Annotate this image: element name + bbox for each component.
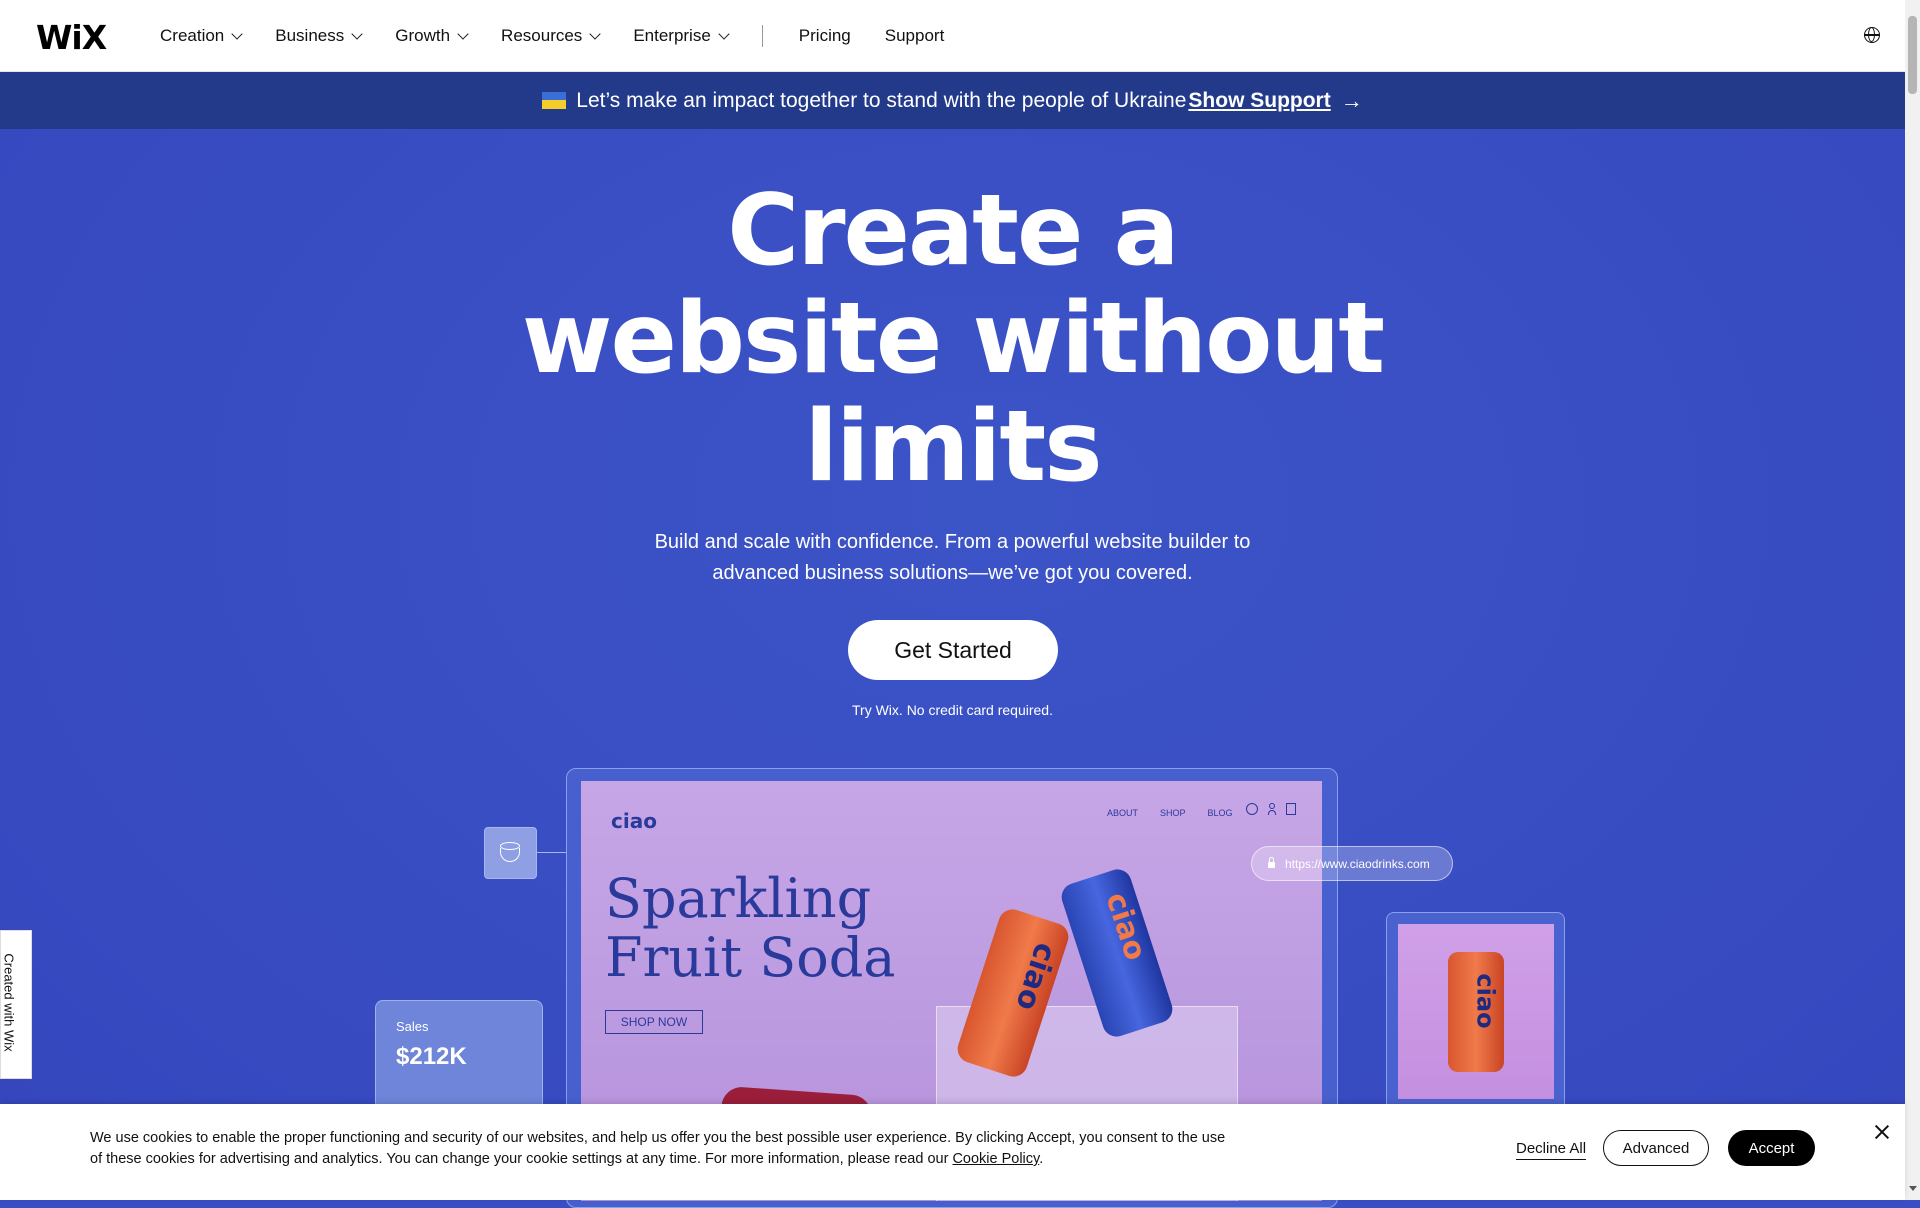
nav-item-label: Enterprise [633, 26, 711, 45]
cookie-banner: We use cookies to enable the proper func… [0, 1104, 1905, 1200]
top-navigation: WiX Creation Business Growth Resources E… [0, 0, 1905, 72]
mockup-site-nav: ABOUT SHOP BLOG [1107, 808, 1233, 818]
mockup-shop-now-button: SHOP NOW [605, 1010, 703, 1034]
database-card [484, 827, 537, 879]
lock-icon [1268, 857, 1275, 868]
globe-icon[interactable] [1864, 27, 1880, 43]
subtext-line: advanced business solutions—we’ve got yo… [712, 562, 1193, 584]
nav-link-pricing[interactable]: Pricing [799, 26, 851, 46]
banner-text: Let’s make an impact together to stand w… [576, 88, 1187, 112]
ukraine-banner: Let’s make an impact together to stand w… [0, 72, 1905, 129]
mockup-nav-shop: SHOP [1160, 808, 1186, 818]
mobile-product-image: ciao [1398, 924, 1554, 1099]
can-label: ciao [1098, 888, 1153, 965]
chevron-down-icon [718, 27, 730, 40]
cookie-message: We use cookies to enable the proper func… [90, 1130, 1226, 1167]
chevron-down-icon [351, 27, 363, 40]
can-label: ciao [1471, 973, 1500, 1029]
sales-card: Sales $212K [375, 1000, 543, 1110]
mobile-mockup-card: ciao [1386, 912, 1565, 1112]
nav-item-creation[interactable]: Creation [160, 26, 243, 46]
main-menu: Creation Business Growth Resources Enter… [160, 0, 978, 72]
headline-line: Create a [727, 174, 1179, 288]
user-icon [1268, 803, 1276, 815]
subtext-line: Build and scale with confidence. From a … [654, 531, 1251, 553]
hero-headline: Create a website without limits [0, 177, 1905, 501]
nav-divider [761, 25, 763, 47]
chevron-down-icon [589, 27, 601, 40]
can-label: ciao [1008, 938, 1063, 1015]
no-credit-card-note: Try Wix. No credit card required. [852, 702, 1053, 718]
nav-link-support[interactable]: Support [885, 26, 945, 46]
mockup-nav-about: ABOUT [1107, 808, 1139, 818]
cookie-text: We use cookies to enable the proper func… [90, 1130, 1226, 1167]
headline-line: website without [521, 282, 1385, 396]
decline-all-button[interactable]: Decline All [1516, 1140, 1587, 1160]
nav-item-label: Resources [501, 26, 583, 45]
search-icon [1246, 803, 1258, 815]
show-support-link[interactable]: Show Support [1188, 89, 1330, 113]
chevron-down-icon [457, 27, 469, 40]
nav-item-label: Growth [395, 26, 451, 45]
nav-item-business[interactable]: Business [275, 26, 363, 46]
headline-line: limits [804, 390, 1102, 504]
accept-button[interactable]: Accept [1728, 1130, 1815, 1166]
nav-item-growth[interactable]: Growth [395, 26, 469, 46]
ukraine-flag-icon [542, 92, 567, 109]
sales-value: $212K [396, 1043, 467, 1070]
nav-item-label: Creation [160, 26, 225, 45]
database-icon [499, 842, 522, 864]
chevron-down-icon [231, 27, 243, 40]
close-icon[interactable] [1874, 1124, 1890, 1140]
arrow-right-icon[interactable]: → [1341, 88, 1363, 114]
advanced-button[interactable]: Advanced [1603, 1130, 1709, 1166]
side-tab-label: Created with Wix [1, 953, 17, 1052]
hero-subtext: Build and scale with confidence. From a … [0, 527, 1905, 589]
scrollbar-thumb[interactable] [1908, 16, 1917, 94]
url-pill: https://www.ciaodrinks.com [1251, 846, 1453, 881]
nav-item-enterprise[interactable]: Enterprise [633, 26, 730, 46]
nav-item-label: Business [275, 26, 345, 45]
cart-icon [1286, 803, 1296, 815]
mockup-title-line: Fruit Soda [605, 926, 896, 989]
get-started-button[interactable]: Get Started [848, 620, 1058, 680]
created-with-wix-tab[interactable]: Created with Wix [0, 930, 32, 1079]
orange-soda-can-image: ciao [1448, 952, 1504, 1072]
sales-label: Sales [396, 1019, 429, 1034]
mockup-title: Sparkling Fruit Soda [605, 869, 895, 987]
page-scrollbar[interactable] [1905, 0, 1920, 1200]
mockup-nav-blog: BLOG [1207, 808, 1233, 818]
connector-line [537, 852, 567, 853]
mockup-site-icons [1246, 803, 1296, 815]
wix-logo[interactable]: WiX [36, 18, 107, 57]
cookie-policy-link[interactable]: Cookie Policy [952, 1151, 1039, 1167]
mockup-brand-logo: ciao [611, 809, 657, 833]
nav-item-resources[interactable]: Resources [501, 26, 601, 46]
mockup-title-line: Sparkling [605, 867, 872, 930]
scroll-down-arrow-icon[interactable] [1909, 1186, 1917, 1191]
url-text: https://www.ciaodrinks.com [1285, 856, 1430, 871]
